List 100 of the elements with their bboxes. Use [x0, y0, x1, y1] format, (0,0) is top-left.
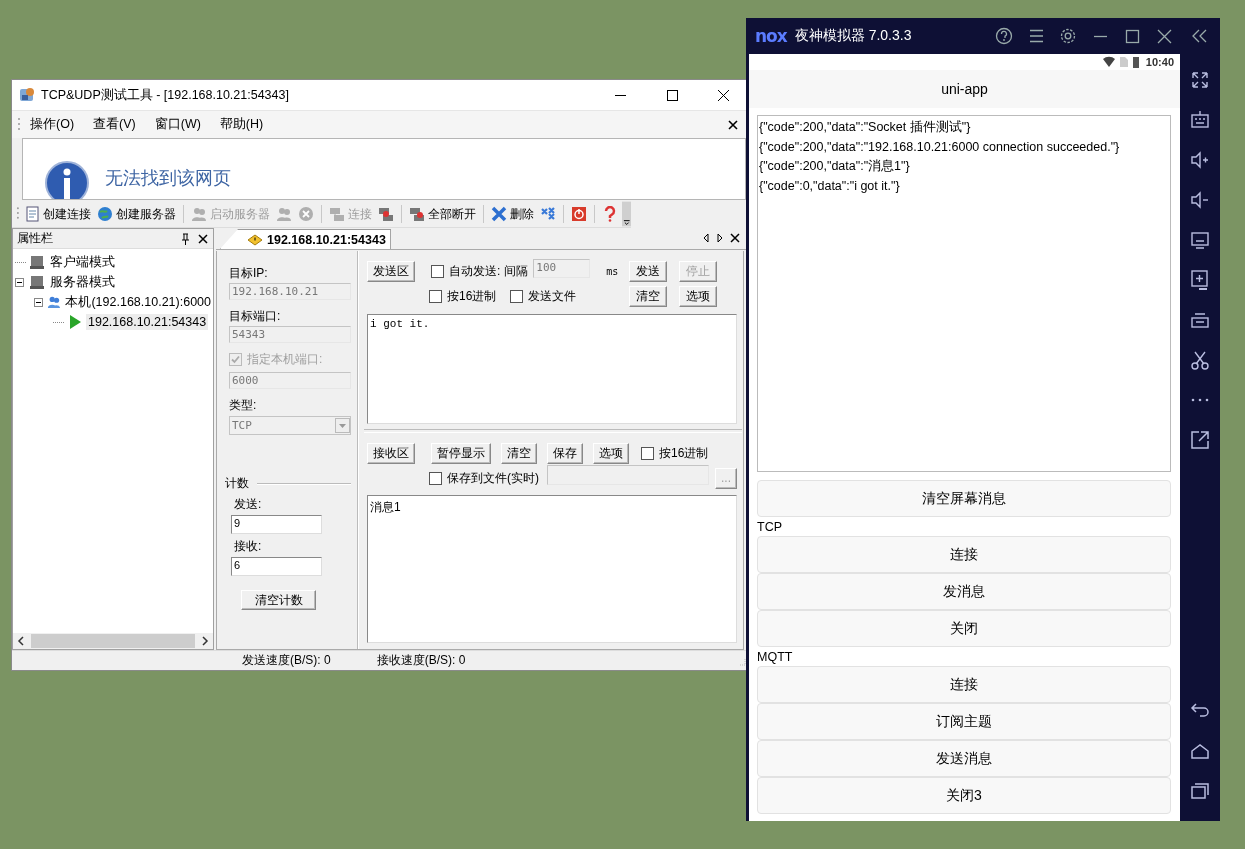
ip-field[interactable]: 192.168.10.21 [229, 283, 351, 300]
section-heading: TCP [757, 519, 783, 535]
field-label: 类型: [229, 397, 258, 413]
clear-button[interactable]: 清空 [501, 443, 537, 464]
checkbox[interactable] [510, 290, 524, 303]
section-heading: MQTT [757, 649, 794, 665]
globe-icon [96, 206, 113, 222]
app-button[interactable]: 关闭3 [757, 777, 1171, 814]
close-icon[interactable] [198, 233, 208, 244]
pause-display-button[interactable]: 暂停显示 [431, 443, 491, 464]
app-button[interactable]: 订阅主题 [757, 703, 1171, 740]
checkbox[interactable] [431, 265, 444, 278]
users-icon [46, 294, 61, 310]
computer-icon [29, 274, 45, 290]
checkbox-label: 保存到文件(实时) [447, 469, 539, 487]
checkbox[interactable] [429, 471, 442, 485]
receive-text-area[interactable]: 消息1 [367, 495, 737, 643]
checkbox-label: 按16进制 [659, 445, 709, 462]
recent-apps-icon[interactable] [1189, 780, 1211, 802]
port-field[interactable]: 54343 [229, 326, 351, 343]
toolbar-button[interactable]: 删除 [488, 205, 536, 223]
overflow-icon[interactable] [621, 201, 631, 227]
fullscreen-icon[interactable] [1189, 69, 1211, 91]
port-field[interactable]: 6000 [229, 372, 351, 389]
monitor-icon[interactable] [1189, 229, 1211, 251]
send-area-button[interactable]: 发送区 [367, 261, 415, 282]
checkbox[interactable] [429, 290, 442, 303]
message-log[interactable]: {"code":200,"data":"Socket 插件测试"} {"code":200,"data":"192.168.10.21:6000 connection succeeded."} {"code":200,"data":"消息1"} {"code":0,"data":"i got it."} [757, 115, 1171, 472]
tree-item[interactable]: 本机(192.168.10.21):6000 [63, 292, 213, 312]
app-button[interactable]: 发送消息 [757, 740, 1171, 777]
scroll-right-icon[interactable] [716, 233, 724, 243]
app-title: uni-app [749, 70, 1180, 108]
tab[interactable]: 192.168.10.21:54343 [220, 229, 391, 249]
menu-item[interactable]: 帮助(H) [219, 116, 264, 133]
file-path-field[interactable] [547, 465, 709, 485]
app-button[interactable]: 连接 [757, 536, 1171, 573]
volume-down-icon[interactable] [1189, 189, 1211, 211]
play-icon [67, 314, 83, 330]
app-button[interactable]: 发消息 [757, 573, 1171, 610]
send-button[interactable]: 发送 [629, 261, 667, 282]
send-text-area[interactable]: i got it. [367, 314, 737, 424]
tree-item[interactable]: 服务器模式 [48, 272, 117, 292]
network-icon [328, 206, 345, 222]
status-text: 接收速度(B/S): 0 [376, 652, 466, 669]
menu-item[interactable]: 窗口(W) [154, 116, 201, 133]
app-button[interactable]: 关闭 [757, 610, 1171, 647]
close-icon[interactable] [728, 119, 738, 130]
collapse-icon[interactable] [15, 277, 24, 287]
error-message: 无法找到该网页 [105, 167, 231, 190]
toolbar-button[interactable]: 创建连接 [21, 205, 93, 223]
add-apk-icon[interactable] [1189, 269, 1211, 291]
network-icon [408, 206, 425, 222]
status-text: 发送速度(B/S): 0 [242, 652, 331, 669]
tree-item[interactable]: 192.168.10.21:54343 [86, 314, 209, 330]
close-icon[interactable] [730, 233, 740, 243]
window-title: 夜神模拟器 7.0.3.3 [794, 27, 912, 45]
checkbox-label: 指定本机端口: [247, 351, 323, 368]
pin-icon[interactable] [180, 232, 190, 245]
clear-messages-button[interactable]: 清空屏幕消息 [757, 480, 1171, 517]
checkbox-label: 按16进制 [447, 288, 497, 305]
checkbox-label: 发送文件 [528, 288, 577, 305]
field-label: 目标端口: [229, 308, 282, 324]
type-dropdown[interactable]: TCP [229, 416, 351, 435]
interval-label: 间隔 [504, 263, 529, 280]
external-link-icon[interactable] [1189, 429, 1211, 451]
status-time: 10:40 [1145, 56, 1174, 68]
scroll-left-icon[interactable] [702, 233, 710, 243]
scrollbar[interactable] [13, 633, 213, 649]
unit-label: ms [606, 266, 619, 277]
computer-icon [29, 254, 45, 270]
save-button[interactable]: 保存 [547, 443, 583, 464]
receive-area-button[interactable]: 接收区 [367, 443, 415, 464]
sim-icon [1118, 56, 1129, 68]
clear-button[interactable]: 清空 [629, 286, 667, 307]
scissors-icon[interactable] [1189, 349, 1211, 371]
menu-item[interactable]: 操作(O) [30, 116, 75, 133]
interval-field[interactable]: 100 [533, 259, 591, 278]
menu-item[interactable]: 查看(V) [93, 116, 136, 133]
toolbar-button[interactable]: 创建服务器 [94, 205, 178, 223]
battery-icon [1131, 56, 1140, 68]
group-title: 计数 [225, 475, 249, 492]
keyboard-icon[interactable] [1189, 109, 1211, 131]
log-line: {"code":200,"data":"192.168.10.21:6000 connection succeeded."} [759, 138, 1121, 156]
checkbox[interactable] [641, 447, 654, 460]
log-line: {"code":200,"data":"消息1"} [759, 158, 911, 175]
options-button[interactable]: 选项 [679, 286, 717, 307]
users-icon [190, 206, 207, 222]
count-field[interactable]: 6 [231, 557, 322, 576]
options-button[interactable]: 选项 [593, 443, 629, 464]
toolbar-button[interactable]: 全部断开 [406, 205, 478, 223]
app-button[interactable]: 连接 [757, 666, 1171, 703]
log-line: {"code":200,"data":"Socket 插件测试"} [759, 119, 972, 136]
collapse-icon[interactable] [34, 297, 43, 307]
clear-count-button[interactable]: 清空计数 [241, 590, 316, 610]
app-icon [18, 86, 36, 104]
volume-up-icon[interactable] [1189, 149, 1211, 171]
count-field[interactable]: 9 [231, 515, 322, 534]
panel-title: 属性栏 [17, 230, 53, 247]
tree-item[interactable]: 客户端模式 [48, 252, 117, 272]
warning-icon [247, 233, 263, 246]
